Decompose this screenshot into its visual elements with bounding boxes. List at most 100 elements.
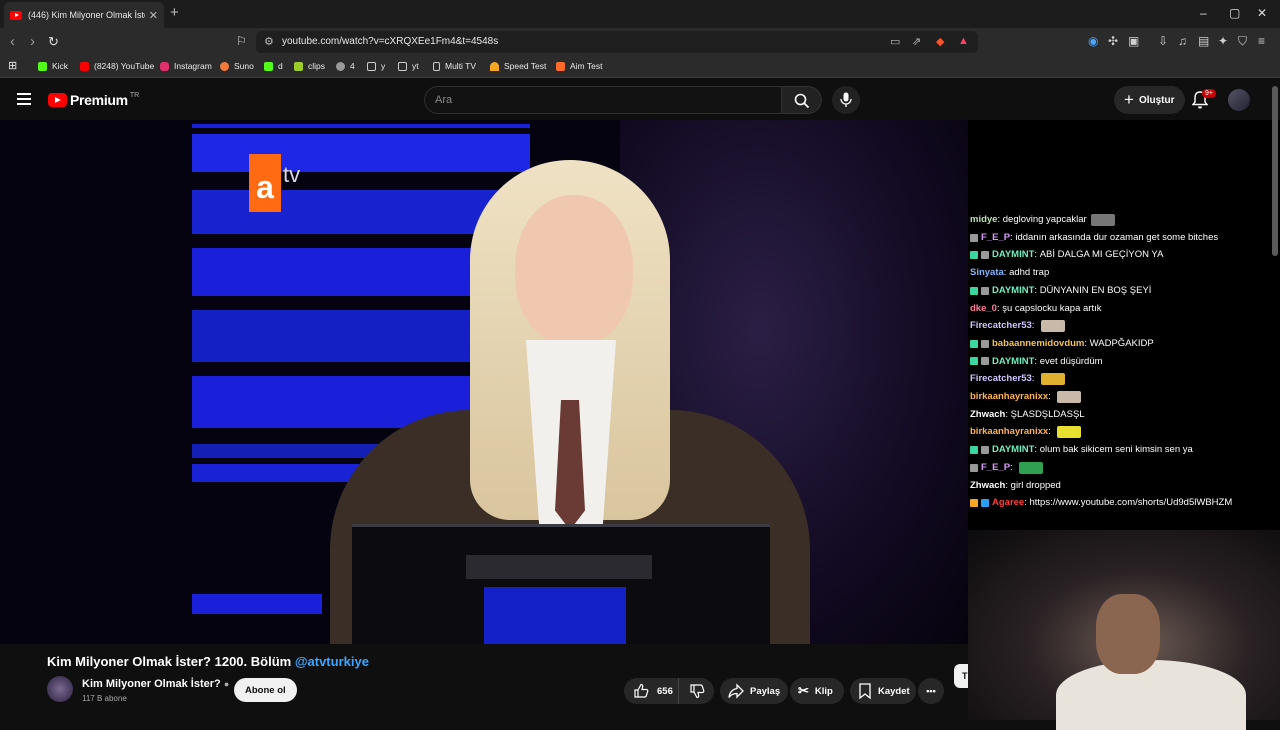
chat-badge-icon: [981, 339, 989, 348]
chat-emote-icon: [1041, 373, 1066, 386]
chat-message: birkaanhayranixx:: [970, 423, 1276, 441]
bookmark-folder-yt[interactable]: yt: [398, 61, 419, 71]
chat-badge-icon: [981, 251, 989, 260]
atv-logo-a: a: [249, 154, 281, 212]
menu-icon[interactable]: ≡: [1258, 34, 1265, 48]
podium-light: [484, 587, 626, 644]
scissors-icon: ✂: [798, 683, 809, 698]
contestant-face: [515, 195, 633, 345]
extensions-icon[interactable]: ✣: [1108, 34, 1118, 48]
bookmark-suno[interactable]: Suno: [220, 61, 254, 71]
music-icon[interactable]: ♫: [1178, 34, 1187, 48]
cast-icon[interactable]: ▭: [890, 35, 900, 48]
brave-rewards-icon[interactable]: ▲: [958, 35, 969, 47]
bookmark-folder-y[interactable]: y: [367, 61, 385, 71]
forward-arrow-icon[interactable]: ›: [30, 33, 35, 50]
chat-message: F_E_P:: [970, 459, 1276, 477]
account-avatar[interactable]: [1228, 89, 1250, 111]
back-arrow-icon[interactable]: ‹: [10, 33, 15, 50]
search-input[interactable]: Ara: [424, 86, 782, 114]
chat-emote-icon: [1090, 213, 1115, 226]
voice-search-button[interactable]: [832, 86, 860, 114]
browser-tab-strip: (446) Kim Milyoner Olmak İster? ✕ + – ▢ …: [0, 0, 1280, 28]
share-page-icon[interactable]: ⇗: [912, 35, 921, 48]
ai-assistant-icon[interactable]: ✦: [1218, 34, 1228, 48]
bookmark-kick[interactable]: Kick: [38, 61, 68, 71]
chat-text: iddanın arkasında dur ozaman get some bi…: [1015, 231, 1219, 243]
browser-tab[interactable]: (446) Kim Milyoner Olmak İster? ✕: [4, 2, 164, 28]
sidebar-icon[interactable]: ▣: [1128, 34, 1139, 48]
maximize-button[interactable]: ▢: [1229, 6, 1240, 20]
dislike-button[interactable]: [678, 678, 714, 704]
like-button[interactable]: 656: [624, 678, 678, 704]
channel-handle-link[interactable]: @atvturkiye: [295, 654, 369, 669]
share-button[interactable]: Paylaş: [720, 678, 788, 704]
bookmarks-bar: ⊞ Kick (8248) YouTube Instagram Suno d c…: [0, 56, 1280, 78]
studio-stripe: [192, 190, 522, 234]
tab-title: (446) Kim Milyoner Olmak İster?: [28, 10, 145, 20]
video-player[interactable]: a tv: [0, 120, 968, 644]
chat-badge-icon: [970, 233, 978, 242]
chat-username: DAYMINT: [992, 444, 1035, 456]
audio-icon[interactable]: ◉: [1088, 34, 1098, 48]
notification-badge: 9+: [1202, 89, 1216, 98]
chat-username: Agaree: [992, 497, 1025, 509]
stream-chat-overlay: midye: degloving yapcaklar F_E_P: iddanın…: [968, 120, 1280, 530]
reload-icon[interactable]: ↻: [48, 34, 59, 50]
chat-badge-icon: [970, 251, 978, 260]
save-button[interactable]: Kaydet: [850, 678, 916, 704]
bookmark-icon[interactable]: ⚐: [236, 34, 247, 48]
address-bar[interactable]: ⚙ youtube.com/watch?v=cXRQXEe1Fm4&t=4548…: [256, 31, 978, 53]
bookmark-speed-test[interactable]: Speed Test: [490, 61, 546, 71]
channel-name[interactable]: Kim Milyoner Olmak İster? ●: [82, 678, 229, 690]
create-label: Oluştur: [1138, 94, 1175, 106]
apps-grid-icon[interactable]: ⊞: [8, 59, 17, 72]
subscribe-button[interactable]: Abone ol: [234, 678, 297, 702]
chat-username: F_E_P: [981, 461, 1011, 473]
speedometer-icon: [490, 61, 499, 71]
close-window-button[interactable]: ✕: [1257, 6, 1267, 20]
chat-badge-icon: [970, 339, 978, 348]
bookmark-clips[interactable]: clips: [294, 61, 325, 71]
wallet-icon[interactable]: ▤: [1198, 34, 1209, 48]
subscriber-count: 117 B abone: [82, 694, 127, 703]
clip-button[interactable]: ✂ Klip: [790, 678, 844, 704]
bookmark-aim-test[interactable]: Aim Test: [556, 61, 602, 71]
bookmark-multi-tv[interactable]: Multi TV: [433, 61, 476, 71]
search-button[interactable]: [782, 86, 822, 114]
bookmark-4[interactable]: 4: [336, 61, 355, 71]
more-actions-button[interactable]: •••: [918, 678, 944, 704]
chat-username: Zhwach: [970, 479, 1006, 491]
bookmark-instagram[interactable]: Instagram: [160, 61, 212, 71]
chat-username: midye: [970, 214, 998, 225]
channel-avatar[interactable]: [47, 676, 73, 702]
brave-shield-icon[interactable]: ◆: [936, 35, 944, 48]
new-tab-button[interactable]: +: [170, 4, 179, 21]
chat-message: birkaanhayranixx:: [970, 388, 1276, 406]
create-button[interactable]: + Oluştur: [1114, 86, 1185, 114]
vpn-shield-icon[interactable]: ⛉: [1238, 34, 1247, 49]
chat-message: Firecatcher53:: [970, 370, 1276, 388]
page-scrollbar[interactable]: [1272, 86, 1278, 256]
bookmark-youtube[interactable]: (8248) YouTube: [80, 61, 154, 71]
chat-text: DÜNYANIN EN BOŞ ŞEYİ: [1039, 284, 1152, 296]
webcam-face: [1096, 594, 1160, 674]
tab-close-icon[interactable]: ✕: [149, 9, 158, 22]
chat-username: babaannemidovdum: [992, 337, 1085, 349]
youtube-premium-logo[interactable]: Premium TR: [48, 92, 139, 108]
chat-emote-icon: [1057, 390, 1082, 403]
side-panel-peek[interactable]: T: [954, 664, 968, 688]
download-icon[interactable]: ⇩: [1158, 34, 1168, 48]
hamburger-menu-icon[interactable]: [17, 93, 31, 105]
minimize-button[interactable]: –: [1200, 6, 1207, 20]
kick-icon: [264, 61, 273, 71]
chat-text: degloving yapcaklar: [1002, 214, 1087, 225]
chat-username: birkaanhayranixx: [970, 391, 1049, 403]
video-title: Kim Milyoner Olmak İster? 1200. Bölüm @a…: [47, 654, 369, 669]
chat-list: midye: degloving yapcaklar F_E_P: iddanın…: [970, 211, 1276, 512]
bookmark-d[interactable]: d: [264, 61, 283, 71]
chat-message: Sinyata: adhd trap: [970, 264, 1276, 282]
site-info-icon[interactable]: ⚙: [264, 35, 274, 48]
chat-username: birkaanhayranixx: [970, 426, 1049, 438]
chat-message: babaannemidovdum: WADPĞAKIDP: [970, 335, 1276, 353]
